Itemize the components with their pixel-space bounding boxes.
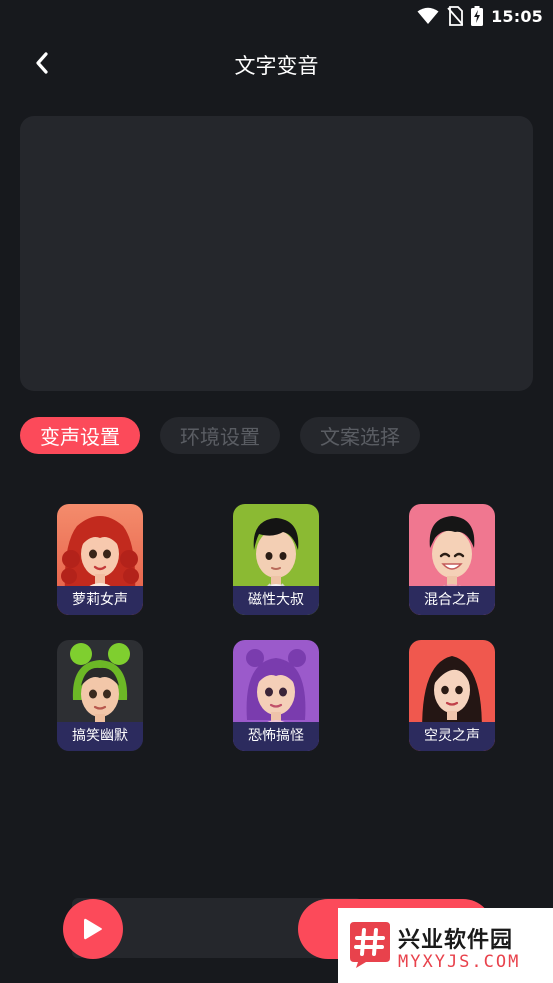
watermark-url: MYXYJS.COM xyxy=(398,952,521,972)
hash-logo-icon xyxy=(350,922,390,968)
play-button[interactable] xyxy=(63,899,123,959)
voice-card-mixed[interactable]: 混合之声 xyxy=(409,504,495,615)
status-icons: 15:05 xyxy=(417,5,543,27)
voice-label: 萝莉女声 xyxy=(57,586,143,615)
voice-label: 空灵之声 xyxy=(409,722,495,751)
page-title: 文字变音 xyxy=(234,54,319,78)
header: 文字变音 xyxy=(0,38,553,88)
battery-charging-icon xyxy=(471,6,484,26)
text-input[interactable] xyxy=(20,116,533,391)
voice-label: 磁性大叔 xyxy=(233,586,319,615)
status-bar: 15:05 xyxy=(0,0,553,32)
voice-card-magnetic-uncle[interactable]: 磁性大叔 xyxy=(233,504,319,615)
voice-label: 恐怖搞怪 xyxy=(233,722,319,751)
voice-card-ethereal[interactable]: 空灵之声 xyxy=(409,640,495,751)
tab-script-selection[interactable]: 文案选择 xyxy=(300,417,420,454)
no-sim-icon xyxy=(447,6,464,26)
voice-card-funny[interactable]: 搞笑幽默 xyxy=(57,640,143,751)
tab-environment-settings[interactable]: 环境设置 xyxy=(160,417,280,454)
tab-voice-settings[interactable]: 变声设置 xyxy=(20,417,140,454)
status-time: 15:05 xyxy=(491,6,543,26)
voice-label: 混合之声 xyxy=(409,586,495,615)
watermark-title: 兴业软件园 xyxy=(398,928,514,953)
watermark: 兴业软件园 MYXYJS.COM xyxy=(338,908,553,983)
voice-card-loli[interactable]: 萝莉女声 xyxy=(57,504,143,615)
voice-card-horror[interactable]: 恐怖搞怪 xyxy=(233,640,319,751)
voice-label: 搞笑幽默 xyxy=(57,722,143,751)
tab-bar: 变声设置 环境设置 文案选择 xyxy=(20,417,420,455)
play-icon xyxy=(84,918,102,940)
wifi-icon xyxy=(417,7,439,24)
